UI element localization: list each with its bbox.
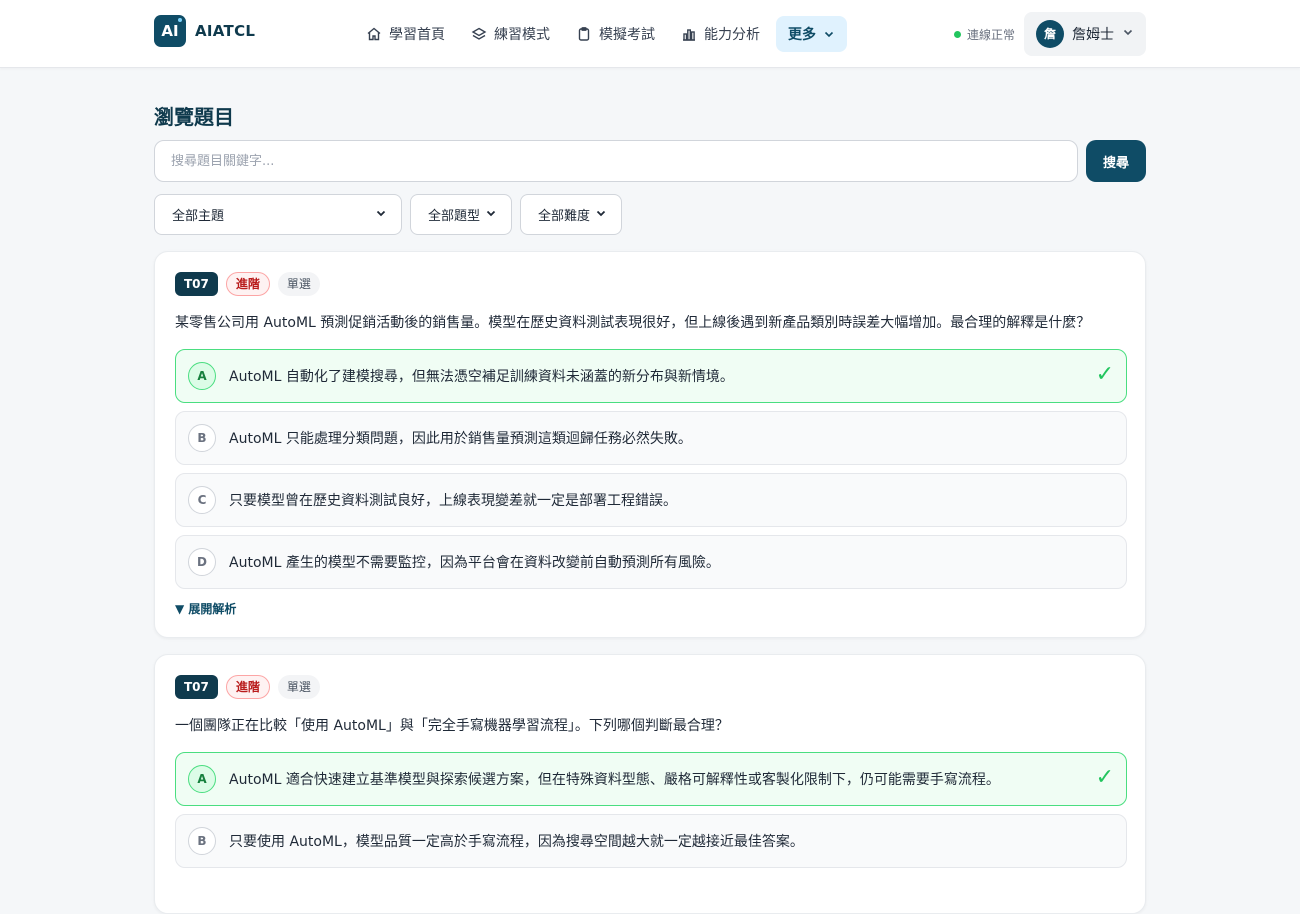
nav-label: 練習模式: [494, 27, 550, 43]
chevron-down-icon: [375, 207, 387, 223]
chevron-down-icon: [1122, 26, 1134, 42]
status-dot-icon: [954, 31, 961, 38]
layers-icon: [471, 26, 487, 42]
home-icon: [366, 26, 382, 42]
status-text: 連線正常: [967, 28, 1016, 42]
option-b[interactable]: B 只要使用 AutoML，模型品質一定高於手寫流程，因為搜尋空間越大就一定越接…: [175, 814, 1127, 868]
option-letter: D: [188, 548, 216, 576]
option-letter: A: [188, 765, 216, 793]
select-value: 全部主題: [172, 209, 225, 224]
option-letter: B: [188, 827, 216, 855]
option-text: AutoML 產生的模型不需要監控，因為平台會在資料改變前自動預測所有風險。: [229, 555, 720, 571]
page-title: 瀏覽題目: [154, 105, 234, 129]
option-c[interactable]: C 只要模型曾在歷史資料測試良好，上線表現變差就一定是部署工程錯誤。: [175, 473, 1127, 527]
select-value: 全部題型: [428, 209, 481, 224]
nav-item-mock-exam[interactable]: 模擬考試: [566, 16, 665, 52]
check-icon: ✓: [1095, 362, 1114, 387]
chevron-down-icon: [595, 207, 607, 223]
option-b[interactable]: B AutoML 只能處理分類問題，因此用於銷售量預測這類迴歸任務必然失敗。: [175, 411, 1127, 465]
option-text: AutoML 只能處理分類問題，因此用於銷售量預測這類迴歸任務必然失敗。: [229, 431, 692, 447]
chevron-down-icon: [823, 28, 835, 40]
nav-item-more[interactable]: 更多: [776, 16, 847, 52]
connection-status: 連線正常: [954, 26, 1015, 43]
type-filter-select[interactable]: 全部題型: [410, 194, 512, 235]
nav-label: 學習首頁: [389, 27, 445, 43]
logo-text: AI: [161, 22, 179, 40]
topic-filter-select[interactable]: 全部主題: [154, 194, 402, 235]
topic-badge: T07: [175, 675, 218, 699]
difficulty-filter-select[interactable]: 全部難度: [520, 194, 622, 235]
top-navigation-bar: AI AIATCL 學習首頁 練習模式 模擬考試 能力分析 更多 連線正常 詹 …: [0, 0, 1300, 68]
option-text: AutoML 自動化了建模搜尋，但無法憑空補足訓練資料未涵蓋的新分布與新情境。: [229, 369, 734, 385]
question-card: T07 進階 單選 一個團隊正在比較「使用 AutoML」與「完全手寫機器學習流…: [154, 654, 1146, 914]
option-a[interactable]: A AutoML 適合快速建立基準模型與探索候選方案，但在特殊資料型態、嚴格可解…: [175, 752, 1127, 806]
user-menu-button[interactable]: 詹 詹姆士: [1024, 12, 1146, 56]
chevron-down-icon: [485, 207, 497, 223]
level-badge: 進階: [225, 675, 270, 699]
nav-label: 能力分析: [704, 27, 760, 43]
clipboard-icon: [576, 26, 592, 42]
logo-sparkle-icon: [178, 18, 182, 22]
topic-badge: T07: [175, 272, 218, 296]
question-tags: T07 進階 單選: [175, 675, 320, 699]
check-icon: ✓: [1095, 765, 1114, 790]
logo[interactable]: AI: [154, 15, 186, 47]
avatar: 詹: [1036, 20, 1064, 48]
question-text: 一個團隊正在比較「使用 AutoML」與「完全手寫機器學習流程」。下列哪個判斷最…: [175, 718, 729, 734]
option-text: 只要使用 AutoML，模型品質一定高於手寫流程，因為搜尋空間越大就一定越接近最…: [229, 834, 804, 850]
nav-item-practice[interactable]: 練習模式: [461, 16, 560, 52]
option-letter: A: [188, 362, 216, 390]
question-text: 某零售公司用 AutoML 預測促銷活動後的銷售量。模型在歷史資料測試表現很好，…: [175, 315, 1091, 331]
expand-explanation-toggle[interactable]: ▼ 展開解析: [175, 600, 236, 617]
nav-label: 模擬考試: [599, 27, 655, 43]
select-value: 全部難度: [538, 209, 591, 224]
brand-name[interactable]: AIATCL: [195, 22, 255, 40]
option-text: AutoML 適合快速建立基準模型與探索候選方案，但在特殊資料型態、嚴格可解釋性…: [229, 772, 1000, 788]
level-badge: 進階: [225, 272, 270, 296]
kind-badge: 單選: [277, 675, 320, 699]
option-letter: B: [188, 424, 216, 452]
option-letter: C: [188, 486, 216, 514]
nav-label: 更多: [788, 27, 816, 43]
question-card: T07 進階 單選 某零售公司用 AutoML 預測促銷活動後的銷售量。模型在歷…: [154, 251, 1146, 638]
bar-chart-icon: [681, 26, 697, 42]
option-d[interactable]: D AutoML 產生的模型不需要監控，因為平台會在資料改變前自動預測所有風險。: [175, 535, 1127, 589]
main-nav: 學習首頁 練習模式 模擬考試 能力分析 更多: [356, 16, 847, 52]
user-name: 詹姆士: [1072, 27, 1114, 43]
nav-item-analysis[interactable]: 能力分析: [671, 16, 770, 52]
option-text: 只要模型曾在歷史資料測試良好，上線表現變差就一定是部署工程錯誤。: [229, 493, 677, 509]
option-a[interactable]: A AutoML 自動化了建模搜尋，但無法憑空補足訓練資料未涵蓋的新分布與新情境…: [175, 349, 1127, 403]
search-input[interactable]: [154, 140, 1078, 182]
question-tags: T07 進階 單選: [175, 272, 320, 296]
search-button[interactable]: 搜尋: [1086, 140, 1146, 182]
nav-item-home[interactable]: 學習首頁: [356, 16, 455, 52]
kind-badge: 單選: [277, 272, 320, 296]
